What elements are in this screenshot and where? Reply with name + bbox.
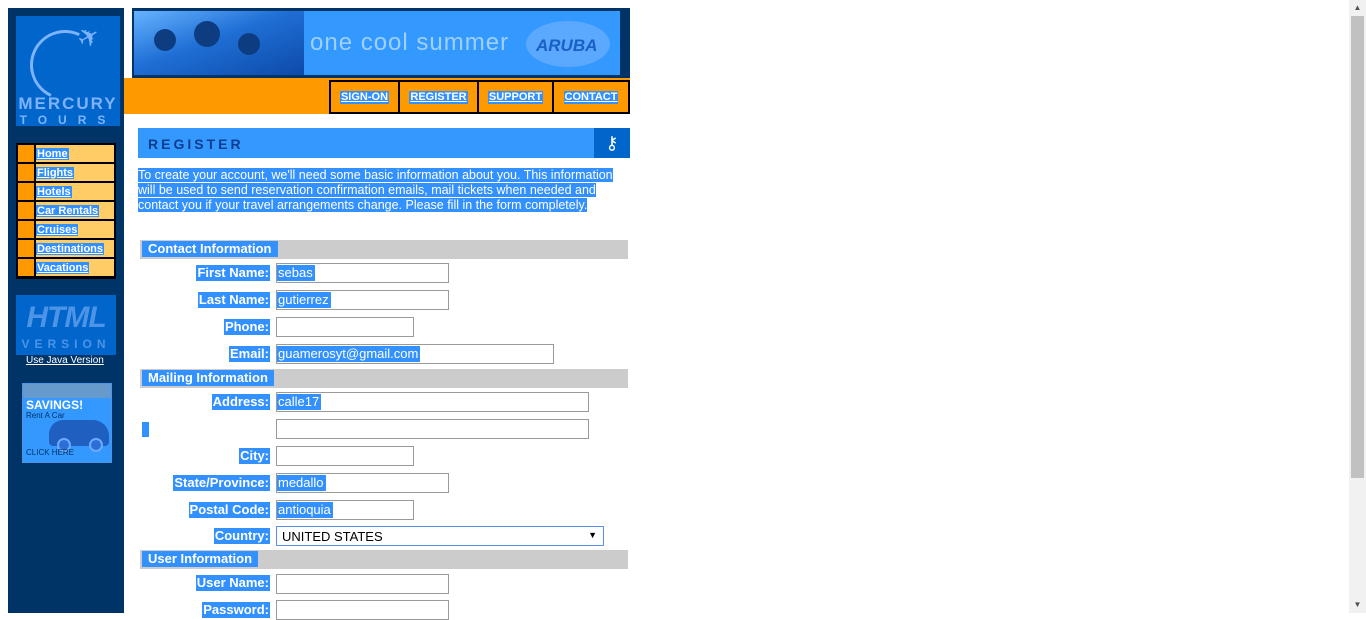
contact-info-title: Contact Information (142, 241, 278, 257)
intro-text: To create your account, we'll need some … (138, 168, 613, 212)
banner-ad[interactable]: one cool summer ARUBA (134, 11, 620, 75)
country-selected-value: UNITED STATES (282, 529, 383, 544)
banner-slogan: one cool summer (310, 29, 510, 56)
logo-text-mercury: MERCURY (18, 94, 118, 113)
address-field[interactable] (276, 392, 589, 412)
contact-link[interactable]: CONTACT (563, 90, 619, 104)
sidebar-item-flights: Flights (18, 164, 116, 181)
aruba-logo-text: ARUBA (536, 36, 598, 55)
top-nav: SIGN-ON REGISTER SUPPORT CONTACT (124, 78, 630, 114)
last-name-value: gutierrez (277, 292, 331, 308)
intro-paragraph: To create your account, we'll need some … (138, 168, 618, 213)
sidebar-link-destinations[interactable]: Destinations (36, 242, 105, 255)
bullet-icon (18, 221, 34, 238)
password-field[interactable] (276, 600, 449, 620)
banner-figure (154, 29, 176, 51)
mailing-info-title: Mailing Information (142, 370, 274, 386)
mailing-info-header: Mailing Information (140, 369, 628, 388)
selection-marker (142, 422, 149, 437)
html-version-subtitle: VERSION (21, 337, 111, 351)
phone-label: Phone: (223, 319, 270, 335)
state-label: State/Province: (173, 475, 270, 491)
sidebar-item-car-rentals: Car Rentals (18, 202, 116, 219)
address-value: calle17 (277, 394, 322, 410)
ad-subtitle: Rent A Car (26, 411, 65, 420)
sidebar-link-car-rentals[interactable]: Car Rentals (36, 204, 100, 217)
logo-text-tours: TOURS (19, 113, 117, 126)
sidebar-link-vacations[interactable]: Vacations (36, 261, 90, 274)
city-label: City: (239, 448, 270, 464)
scroll-down-arrow-icon[interactable]: ▼ (1349, 597, 1366, 613)
sidebar-item-hotels: Hotels (18, 183, 116, 200)
dropdown-arrow-icon: ▼ (588, 530, 597, 540)
sign-on-link[interactable]: SIGN-ON (339, 90, 390, 104)
nav-register: REGISTER (400, 82, 477, 112)
last-name-label: Last Name: (197, 292, 270, 308)
nav-contact: CONTACT (554, 82, 628, 112)
city-field[interactable] (276, 446, 414, 466)
banner-figure (194, 21, 220, 47)
nav-support: SUPPORT (479, 82, 552, 112)
user-info-title: User Information (142, 551, 259, 567)
sidebar-link-hotels[interactable]: Hotels (36, 185, 72, 198)
ad-top-strip (23, 384, 111, 398)
phone-field[interactable] (276, 317, 414, 337)
username-field[interactable] (276, 574, 449, 594)
bullet-icon (18, 259, 34, 276)
car-wheel-icon (89, 438, 103, 452)
password-label: Password: (202, 602, 270, 618)
sidebar-item-destinations: Destinations (18, 240, 116, 257)
ad-cta: CLICK HERE (26, 448, 75, 457)
banner-figure (238, 33, 260, 55)
scroll-up-arrow-icon[interactable]: ▲ (1349, 0, 1366, 16)
username-label: User Name: (195, 575, 270, 591)
state-value: medallo (277, 475, 326, 491)
mercury-tours-logo[interactable]: ✈ MERCURY TOURS (16, 16, 120, 126)
java-version-link[interactable]: Use Java Version (26, 355, 104, 366)
sidebar-item-cruises: Cruises (18, 221, 116, 238)
user-info-header: User Information (140, 550, 628, 569)
page-title: REGISTER (148, 136, 244, 152)
email-label: Email: (228, 346, 270, 362)
postal-code-value: antioquia (277, 502, 333, 518)
country-label: Country: (213, 528, 270, 544)
bullet-icon (18, 145, 34, 162)
email-value: guamerosyt@gmail.com (277, 346, 421, 362)
contact-info-header: Contact Information (140, 240, 628, 259)
support-link[interactable]: SUPPORT (487, 90, 544, 104)
rent-a-car-ad[interactable]: SAVINGS! Rent A Car CLICK HERE (22, 383, 112, 463)
first-name-value: sebas (277, 265, 315, 281)
register-header: REGISTER ⚷ (138, 128, 630, 158)
sidebar-link-cruises[interactable]: Cruises (36, 223, 79, 236)
sidebar-link-flights[interactable]: Flights (36, 166, 75, 179)
address-line2-field[interactable] (276, 419, 589, 439)
country-select[interactable]: UNITED STATES ▼ (276, 526, 604, 546)
bullet-icon (18, 202, 34, 219)
postal-code-label: Postal Code: (188, 502, 270, 518)
left-sidebar: ✈ MERCURY TOURS Home Flights Hotels Car … (8, 8, 124, 613)
sidebar-item-home: Home (18, 145, 116, 162)
sidebar-link-home[interactable]: Home (36, 147, 69, 160)
bullet-icon (18, 240, 34, 257)
sidebar-item-vacations: Vacations (18, 259, 116, 276)
sidebar-nav: Home Flights Hotels Car Rentals Cruises … (16, 143, 116, 279)
page-scrollbar[interactable]: ▲ ▼ (1349, 0, 1366, 613)
bullet-icon (18, 183, 34, 200)
aruba-logo: ARUBA (526, 21, 610, 67)
header-banner: one cool summer ARUBA (132, 8, 630, 78)
first-name-label: First Name: (196, 265, 270, 281)
address-label: Address: (211, 394, 270, 410)
banner-photo (134, 11, 304, 75)
ad-title: SAVINGS! (26, 398, 84, 412)
key-icon: ⚷ (594, 128, 630, 158)
html-version-badge: HTML VERSION (16, 295, 116, 355)
bullet-icon (18, 164, 34, 181)
scrollbar-thumb[interactable] (1351, 16, 1364, 478)
register-link[interactable]: REGISTER (409, 90, 468, 104)
html-version-title: HTML (26, 301, 106, 334)
nav-sign-on: SIGN-ON (331, 82, 398, 112)
